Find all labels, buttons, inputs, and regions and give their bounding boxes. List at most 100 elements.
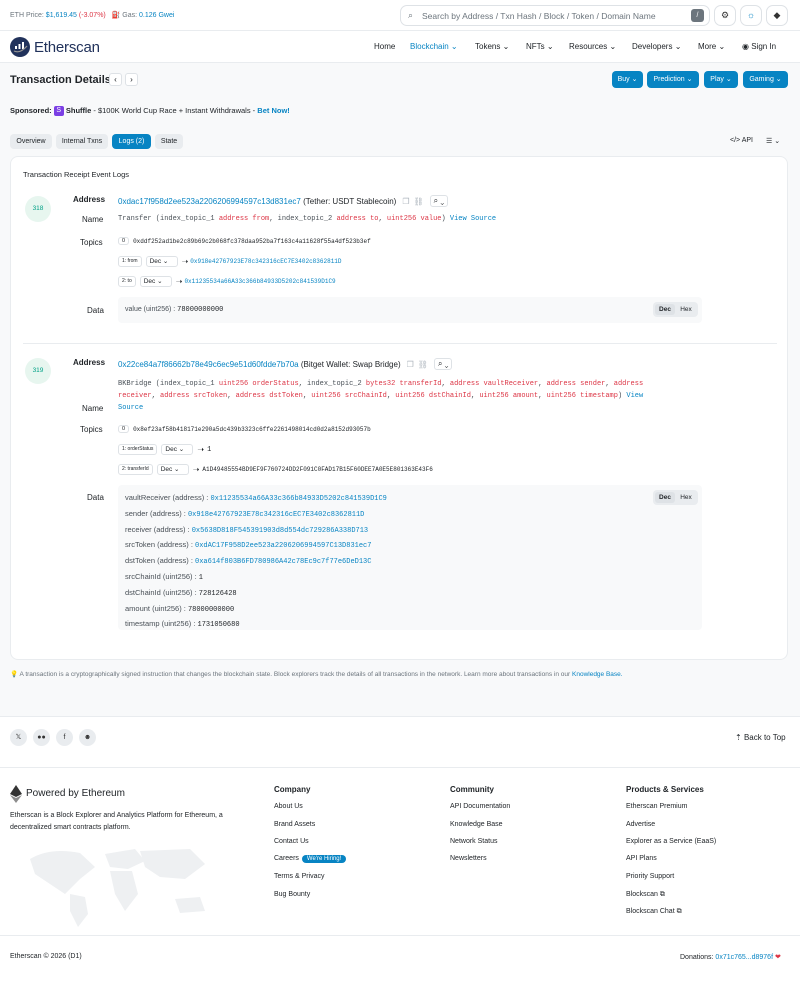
card-title: Transaction Receipt Event Logs xyxy=(23,170,130,179)
log-address-link[interactable]: 0xdac17f958d2ee523a2206206994597c13d831e… xyxy=(118,197,301,206)
topic-1-tag: 1: from xyxy=(118,256,142,267)
data-row-value[interactable]: 0xdAC17F958D2ee523a2206206994597C13D831e… xyxy=(195,542,371,550)
nav-resources[interactable]: Resources ⌄ xyxy=(569,42,616,51)
footer-link-contact[interactable]: Contact Us xyxy=(274,838,309,845)
x-twitter-icon[interactable]: 𝕏 xyxy=(10,729,27,746)
footer-link-advertise[interactable]: Advertise xyxy=(626,821,655,828)
topic-2-value[interactable]: 0x11235534a66A33c366b84933D5202c841539D1… xyxy=(184,278,335,285)
link-icon[interactable]: ⛓ xyxy=(413,197,423,206)
log-index-badge: 319 xyxy=(25,358,51,384)
medium-icon[interactable]: ●● xyxy=(33,729,50,746)
play-button[interactable]: Play ⌄ xyxy=(704,71,738,88)
brand-name[interactable]: Etherscan xyxy=(34,39,100,56)
zoom-icon[interactable]: ⌕ ⌄ xyxy=(433,358,453,370)
next-tx-button[interactable]: › xyxy=(125,73,138,86)
footer-link-eaas[interactable]: Explorer as a Service (EaaS) xyxy=(626,838,716,845)
log-data-box: value (uint256) : 78000000000 Dec Hex xyxy=(118,297,702,323)
view-source-link[interactable]: View Source xyxy=(450,215,496,223)
link-icon[interactable]: ⛓ xyxy=(418,360,428,369)
nav-home[interactable]: Home xyxy=(374,42,395,51)
tab-state[interactable]: State xyxy=(155,134,183,149)
data-row-key: srcChainId (uint256) : xyxy=(125,571,199,581)
ethereum-network-icon[interactable]: ◆ xyxy=(766,5,788,26)
tab-logs[interactable]: Logs (2) xyxy=(112,134,151,149)
log-address-link[interactable]: 0x22ce84a7f86662b78e49c6ec9e51d60fdde7b7… xyxy=(118,360,299,369)
footer-link-knowledge-base[interactable]: Knowledge Base xyxy=(450,821,503,828)
footnote-text: A transaction is a cryptographically sig… xyxy=(19,671,571,678)
gas-value[interactable]: 0.126 Gwei xyxy=(139,12,174,19)
prediction-button[interactable]: Prediction ⌄ xyxy=(647,71,699,88)
etherscan-logo-icon[interactable] xyxy=(10,37,30,57)
data-row-value: 728126428 xyxy=(198,589,237,598)
data-label: Data xyxy=(87,306,104,315)
search-placeholder: Search by Address / Txn Hash / Block / T… xyxy=(422,11,656,21)
topic-1-format-select[interactable]: Dec ⌄ xyxy=(161,444,194,455)
footer-link-premium[interactable]: Etherscan Premium xyxy=(626,803,687,810)
data-row-value[interactable]: 0x5638D818F545391903d8d554dc729286A338D7… xyxy=(192,527,368,535)
gaming-button[interactable]: Gaming ⌄ xyxy=(743,71,788,88)
footer-link-bug-bounty[interactable]: Bug Bounty xyxy=(274,891,310,898)
topic-1-format-select[interactable]: Dec ⌄ xyxy=(145,256,178,267)
facebook-icon[interactable]: f xyxy=(56,729,73,746)
knowledge-base-link[interactable]: Knowledge Base. xyxy=(572,671,623,678)
search-input[interactable]: ⌕ Search by Address / Txn Hash / Block /… xyxy=(400,5,710,26)
footer-link-careers[interactable]: Careers We're Hiring! xyxy=(274,855,347,863)
topic-1-value[interactable]: 0x918e42767923E78c342316cEC7E3402c836281… xyxy=(190,258,341,265)
sign-in-link[interactable]: ◉ Sign In xyxy=(742,42,776,51)
data-row-value[interactable]: 0xa614f803B6FD780986A42c78Ec9c7f77e6DeD1… xyxy=(195,558,371,566)
footer-link-terms[interactable]: Terms & Privacy xyxy=(274,873,325,880)
footer-link-api-docs[interactable]: API Documentation xyxy=(450,803,510,810)
footer-link-network-status[interactable]: Network Status xyxy=(450,838,497,845)
footer-link-api-plans[interactable]: API Plans xyxy=(626,855,657,862)
copy-icon[interactable]: ❐ xyxy=(407,360,414,369)
nav-more[interactable]: More ⌄ xyxy=(698,42,725,51)
tab-overview[interactable]: Overview xyxy=(10,134,52,149)
zoom-icon[interactable]: ⌕ ⌄ xyxy=(429,195,449,207)
theme-sun-icon[interactable]: ☼ xyxy=(740,5,762,26)
back-to-top-link[interactable]: ⇡ Back to Top xyxy=(735,733,786,742)
footer-link-brand-assets[interactable]: Brand Assets xyxy=(274,821,315,828)
gas-icon: ⛽ xyxy=(111,12,121,19)
topic-1-value: 1 xyxy=(207,445,212,454)
sponsor-cta-link[interactable]: Bet Now! xyxy=(257,106,290,115)
footer-divider xyxy=(0,767,800,768)
nav-blockchain[interactable]: Blockchain ⌄ xyxy=(410,42,458,51)
nav-tokens[interactable]: Tokens ⌄ xyxy=(475,42,509,51)
data-row-key: amount (uint256) : xyxy=(125,603,188,613)
donations-address-link[interactable]: 0x71c765...d8976f xyxy=(715,954,773,961)
hex-option[interactable]: Hex xyxy=(676,304,696,315)
log-address: 0xdac17f958d2ee523a2206206994597c13d831e… xyxy=(118,195,449,207)
data-row-value[interactable]: 0x918e42767923E78c342316cEC7E3402c836281… xyxy=(188,511,364,519)
topic-2-format-select[interactable]: Dec ⌄ xyxy=(139,276,172,287)
buy-button[interactable]: Buy ⌄ xyxy=(612,71,643,88)
sponsored-banner: Sponsored: S Shuffle - $100K World Cup R… xyxy=(10,106,290,117)
view-options-button[interactable]: ☰ ⌄ xyxy=(766,137,780,145)
footer-link-priority-support[interactable]: Priority Support xyxy=(626,873,674,880)
reddit-icon[interactable]: ☻ xyxy=(79,729,96,746)
shuffle-logo-icon: S xyxy=(53,106,64,117)
eth-price-value[interactable]: $1,619.45 xyxy=(46,12,77,19)
tab-internal-txns[interactable]: Internal Txns xyxy=(56,134,108,149)
nav-nfts[interactable]: NFTs ⌄ xyxy=(526,42,554,51)
dec-option[interactable]: Dec xyxy=(655,304,675,315)
footer-link-blockscan-chat[interactable]: Blockscan Chat ⧉ xyxy=(626,908,682,916)
footer-link-newsletters[interactable]: Newsletters xyxy=(450,855,487,862)
topic-2-format-select[interactable]: Dec ⌄ xyxy=(156,464,189,475)
data-row-value[interactable]: 0x11235534a66A33c366b84933D5202c841539D1… xyxy=(210,495,386,503)
prev-tx-button[interactable]: ‹ xyxy=(109,73,122,86)
data-row: srcToken (address) : 0xdAC17F958D2ee523a… xyxy=(125,538,387,554)
footer-link-blockscan[interactable]: Blockscan ⧉ xyxy=(626,891,665,899)
nav-developers[interactable]: Developers ⌄ xyxy=(632,42,681,51)
settings-gear-icon[interactable]: ⚙ xyxy=(714,5,736,26)
footer-link-about[interactable]: About Us xyxy=(274,803,303,810)
view-source-link-cont[interactable]: Source xyxy=(118,404,143,412)
dec-option[interactable]: Dec xyxy=(655,492,675,503)
sponsor-brand[interactable]: Shuffle xyxy=(66,106,91,115)
copy-icon[interactable]: ❐ xyxy=(402,197,409,206)
api-button[interactable]: </> API xyxy=(730,137,753,144)
hiring-badge[interactable]: We're Hiring! xyxy=(301,855,347,863)
hex-option[interactable]: Hex xyxy=(676,492,696,503)
footer-company-heading: Company xyxy=(274,785,311,794)
view-source-link[interactable]: View xyxy=(626,392,643,400)
topic-2-tag: 2: transferId xyxy=(118,464,153,475)
